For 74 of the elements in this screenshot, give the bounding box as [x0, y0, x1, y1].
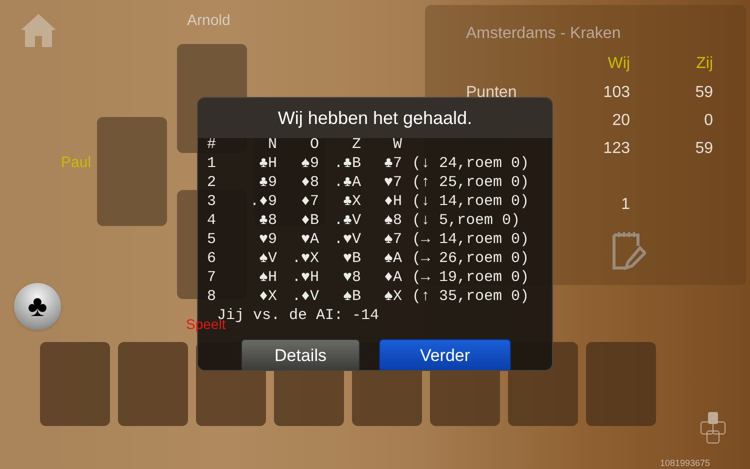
- score-value: 59: [694, 139, 713, 159]
- column-header: Wij: [606, 54, 630, 74]
- trick-result: (→ 19,roem 0): [411, 268, 530, 287]
- score-value: 20: [611, 111, 630, 131]
- column-header: N: [266, 135, 277, 154]
- card-cell-text: ♣7: [382, 154, 402, 173]
- card-cell-text: .♦V: [290, 287, 319, 306]
- home-icon[interactable]: [20, 12, 57, 48]
- card-cell-text: ♥7: [382, 173, 402, 192]
- dialog-title: Wij hebben het gehaald.: [276, 107, 474, 130]
- details-button[interactable]: Details: [241, 339, 360, 370]
- continue-button[interactable]: Verder: [379, 339, 511, 370]
- card-cell-text: ♦B: [300, 211, 319, 230]
- trick-number: 7: [207, 268, 218, 287]
- trick-number: 3: [207, 192, 218, 211]
- card-cell-text: .♣V: [332, 211, 361, 230]
- card-cell-text: ♥9: [258, 230, 277, 249]
- row-label: Punten: [466, 83, 518, 103]
- trick-result: (↑ 35,roem 0): [411, 287, 530, 306]
- card-cell-text: .♣B: [332, 154, 361, 173]
- card-cell-text: ♣9: [258, 173, 277, 192]
- score-title: Amsterdams - Kraken: [466, 24, 622, 44]
- score-value: 103: [602, 83, 630, 103]
- trick-number: 8: [207, 287, 218, 306]
- trick-result: (↓ 5,roem 0): [411, 211, 522, 230]
- column-header: O: [308, 135, 319, 154]
- card-cell-text: ♦X: [258, 287, 277, 306]
- game-id: 1081993675: [660, 457, 710, 469]
- card-cell-text: ♠V: [258, 249, 277, 268]
- card-cell-text: ♠7: [382, 230, 402, 249]
- trick-result: (↓ 14,roem 0): [411, 192, 530, 211]
- score-value: 0: [703, 111, 713, 131]
- card-cell-text: ♦H: [382, 192, 402, 211]
- card-cell-text: ♣H: [258, 154, 277, 173]
- card-cell-text: ♠H: [258, 268, 277, 287]
- cards-icon[interactable]: [700, 412, 726, 444]
- card-cell-text: ♠B: [342, 287, 361, 306]
- trick-number: 1: [207, 154, 218, 173]
- card-cell-text: ♦8: [300, 173, 319, 192]
- score-value: 123: [602, 139, 630, 159]
- trick-number: 6: [207, 249, 218, 268]
- card-cell-text: ♣8: [258, 211, 277, 230]
- column-header: W: [392, 135, 402, 154]
- card-cell-text: .♣A: [332, 173, 361, 192]
- column-header: Zij: [695, 54, 713, 74]
- card-cell-text: ♦7: [300, 192, 319, 211]
- card-cell-text: .♥V: [332, 230, 361, 249]
- card-cell-text: ♠8: [382, 211, 402, 230]
- card-cell-text: ♠A: [382, 249, 402, 268]
- card-cell-text: ♠9: [300, 154, 319, 173]
- card-cell-text: .♦9: [248, 192, 277, 211]
- card-cell-text: .♥X: [290, 249, 319, 268]
- trick-number: 4: [207, 211, 218, 230]
- column-header: Z: [350, 135, 361, 154]
- card-cell-text: ♥8: [342, 268, 361, 287]
- player-name: Arnold: [187, 11, 230, 31]
- score-value: 1: [620, 195, 630, 215]
- card-cell-text: .♥H: [290, 268, 319, 287]
- trick-result: (↑ 25,roem 0): [411, 173, 530, 192]
- card-cell-text: ♦A: [382, 268, 402, 287]
- trump-button[interactable]: ♣: [14, 283, 61, 330]
- trick-number: 5: [207, 230, 218, 249]
- trick-result: (→ 26,roem 0): [411, 249, 530, 268]
- card-cell-text: ♥B: [342, 249, 361, 268]
- score-value: 59: [694, 83, 713, 103]
- card-cell-text: ♠X: [382, 287, 402, 306]
- notepad-icon[interactable]: [612, 230, 646, 270]
- trick-result: (↓ 24,roem 0): [411, 154, 530, 173]
- trick-number: 2: [207, 173, 218, 192]
- player-name: Paul: [61, 153, 92, 173]
- card-cell-text: ♣X: [342, 192, 361, 211]
- card-cell-text: ♥A: [300, 230, 319, 249]
- trick-result: (→ 14,roem 0): [411, 230, 530, 249]
- column-header: #: [207, 135, 218, 154]
